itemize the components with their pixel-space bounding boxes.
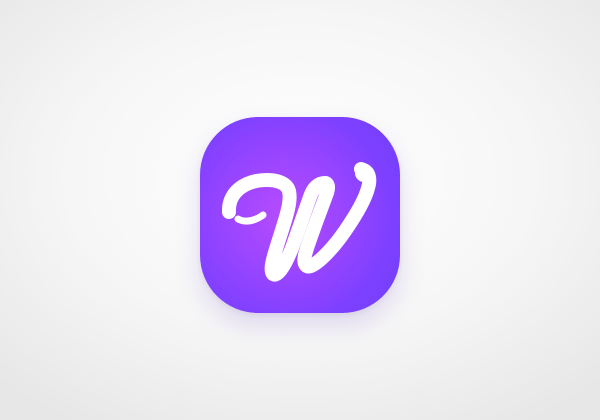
app-icon[interactable]: W xyxy=(200,117,400,313)
w-entry-stroke xyxy=(234,211,267,225)
w-terminal-dot xyxy=(355,164,373,182)
script-w-logo-icon xyxy=(222,162,377,282)
page-background: W xyxy=(0,0,600,420)
